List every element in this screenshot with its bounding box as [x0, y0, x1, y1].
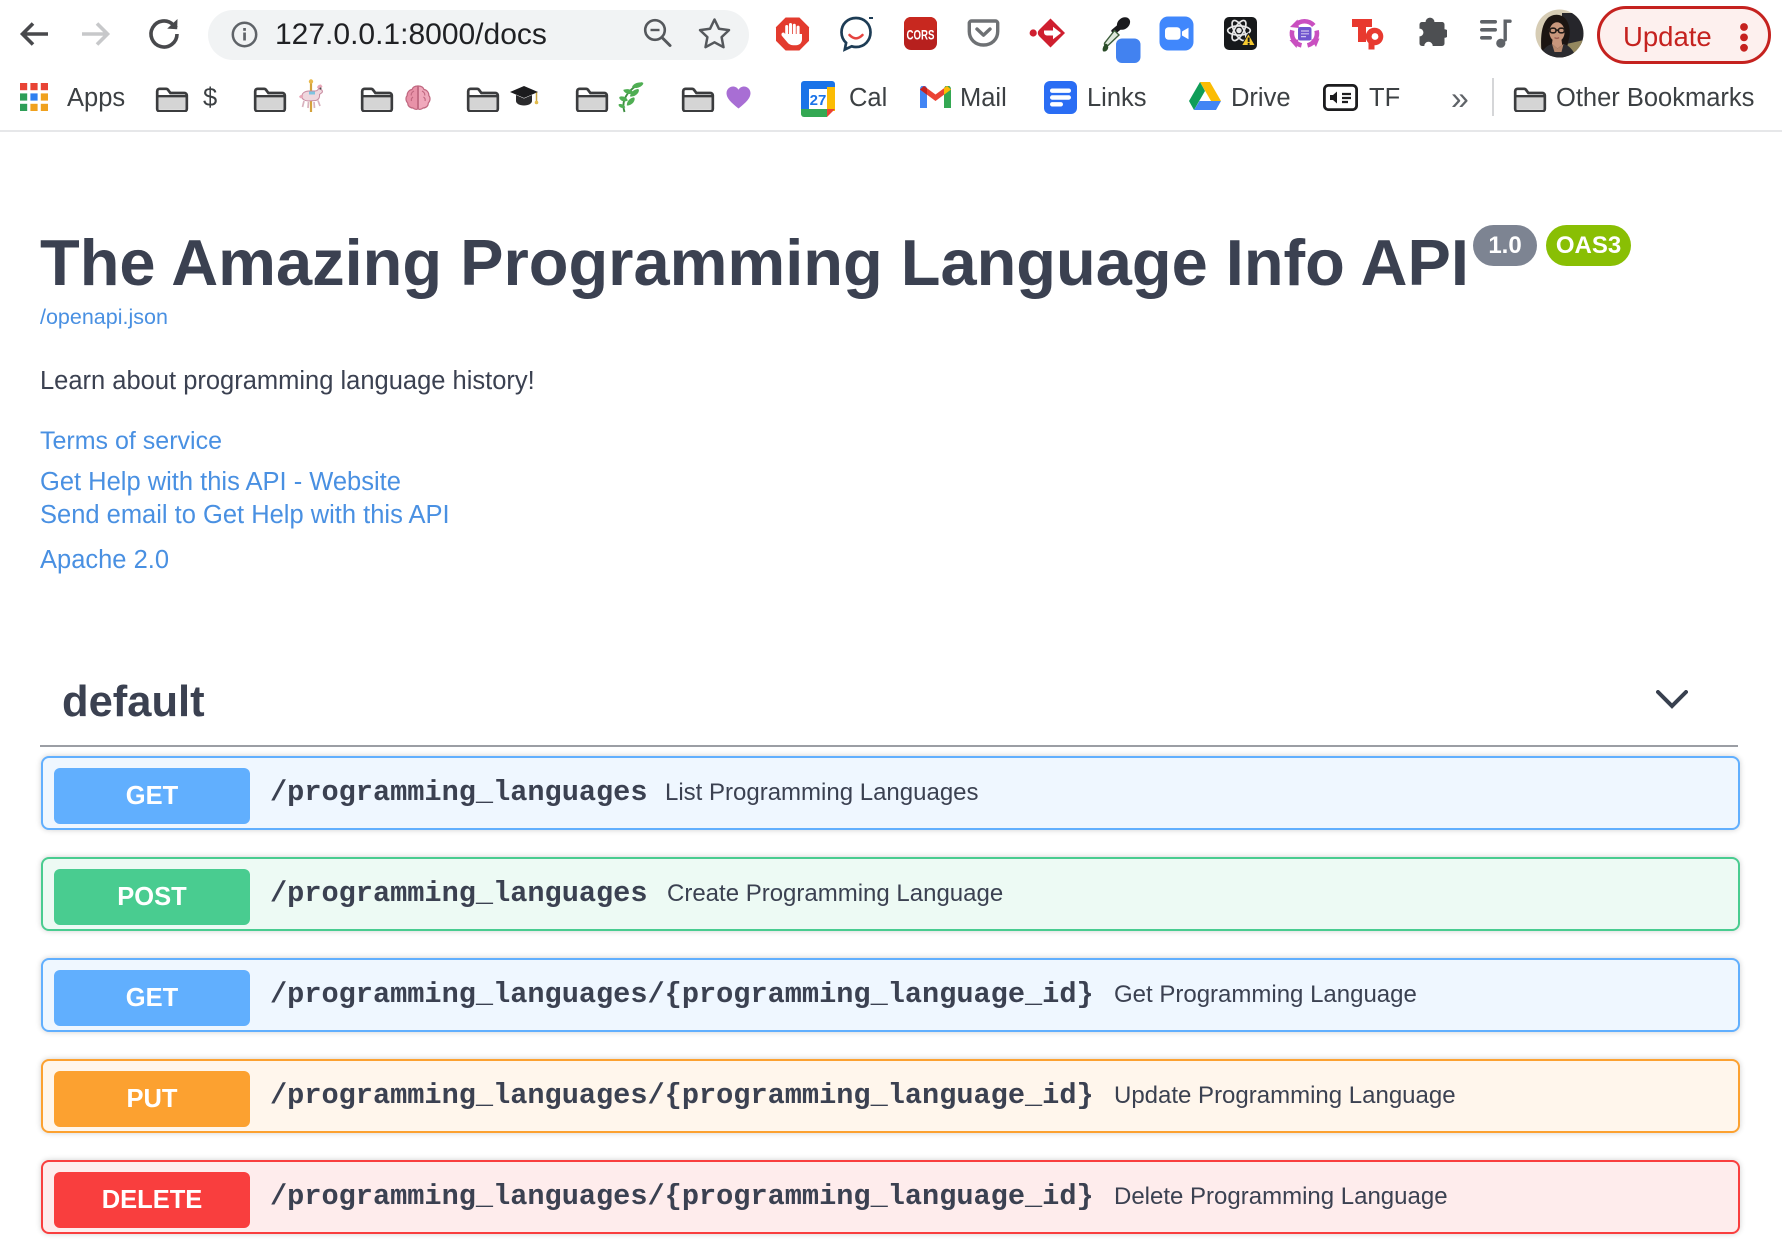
svg-text:27: 27: [810, 92, 827, 109]
svg-text:CORS: CORS: [907, 27, 935, 43]
